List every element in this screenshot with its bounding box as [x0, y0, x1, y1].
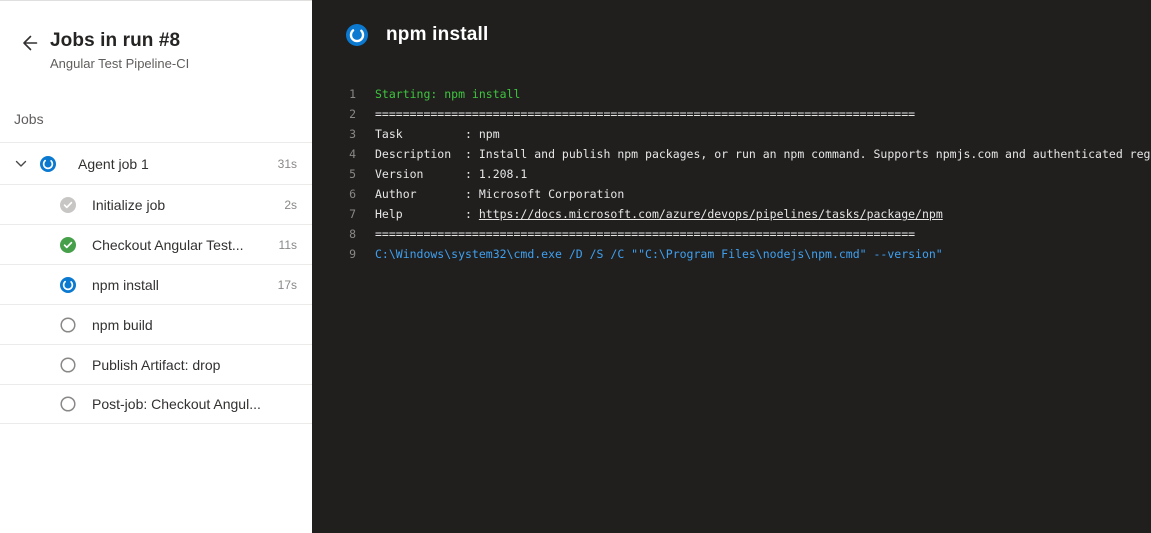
help-link[interactable]: https://docs.microsoft.com/azure/devops/…: [479, 207, 943, 221]
log-line: 3 Task : npm: [312, 124, 1151, 144]
job-row-post-job-checkout-angul[interactable]: Post-job: Checkout Angul...: [0, 384, 312, 424]
job-duration: 2s: [284, 198, 312, 212]
job-row-npm-build[interactable]: npm build: [0, 304, 312, 344]
log-step-title: npm install: [386, 24, 489, 46]
log-text: Version : 1.208.1: [375, 164, 527, 184]
pending-circle-icon: [60, 396, 76, 412]
log-text: ========================================…: [375, 224, 915, 244]
line-number: 1: [312, 84, 356, 104]
log-line: 9 C:\Windows\system32\cmd.exe /D /S /C ""…: [312, 244, 1151, 264]
line-number: 9: [312, 244, 356, 264]
line-number: 3: [312, 124, 356, 144]
log-line: 2 =======================================…: [312, 104, 1151, 124]
job-row-publish-artifact-drop[interactable]: Publish Artifact: drop: [0, 344, 312, 384]
log-line: 8 =======================================…: [312, 224, 1151, 244]
line-number: 5: [312, 164, 356, 184]
job-row-checkout-angular-test[interactable]: Checkout Angular Test... 11s: [0, 224, 312, 264]
line-number: 4: [312, 144, 356, 164]
log-header: npm install: [312, 0, 1151, 46]
sync-running-icon: [60, 277, 76, 293]
log-line: 4 Description : Install and publish npm p…: [312, 144, 1151, 164]
job-label: npm install: [92, 277, 159, 293]
log-text: Help : https://docs.microsoft.com/azure/…: [375, 204, 943, 224]
job-label: Publish Artifact: drop: [92, 357, 220, 373]
log-text: ========================================…: [375, 104, 915, 124]
line-number: 8: [312, 224, 356, 244]
line-number: 7: [312, 204, 356, 224]
sync-running-icon: [40, 156, 56, 172]
jobs-section-label: Jobs: [14, 111, 44, 127]
jobs-sidebar: Jobs in run #8 Angular Test Pipeline-CI …: [0, 0, 312, 533]
job-duration: 31s: [278, 157, 312, 171]
log-line: 1 Starting: npm install: [312, 84, 1151, 104]
check-success-icon: [60, 237, 76, 253]
job-duration: 17s: [278, 278, 312, 292]
log-line: 5 Version : 1.208.1: [312, 164, 1151, 184]
pending-circle-icon: [60, 357, 76, 373]
jobs-list: Agent job 1 31s Initialize job 2s Checkout A…: [0, 142, 312, 424]
log-text: Description : Install and publish npm pa…: [375, 144, 1151, 164]
page-title: Jobs in run #8: [50, 29, 189, 53]
arrow-left-icon: [18, 32, 40, 57]
log-panel: npm install 1 Starting: npm install 2 =====…: [312, 0, 1151, 533]
job-row-agent-job-1[interactable]: Agent job 1 31s: [0, 142, 312, 184]
sidebar-header: Jobs in run #8 Angular Test Pipeline-CI: [0, 1, 312, 71]
check-muted-icon: [60, 197, 76, 213]
pending-circle-icon: [60, 317, 76, 333]
line-number: 2: [312, 104, 356, 124]
pipeline-name: Angular Test Pipeline-CI: [50, 56, 189, 71]
job-label: Checkout Angular Test...: [92, 237, 244, 253]
chevron-down-icon[interactable]: [14, 157, 28, 171]
log-line: 7 Help : https://docs.microsoft.com/azure…: [312, 204, 1151, 224]
job-row-initialize-job[interactable]: Initialize job 2s: [0, 184, 312, 224]
log-text: Task : npm: [375, 124, 500, 144]
log-line: 6 Author : Microsoft Corporation: [312, 184, 1151, 204]
job-label: Agent job 1: [78, 156, 149, 172]
log-text: Author : Microsoft Corporation: [375, 184, 624, 204]
log-text: Starting: npm install: [375, 84, 520, 104]
sync-running-icon: [346, 24, 368, 46]
job-label: Post-job: Checkout Angul...: [92, 396, 261, 412]
job-label: npm build: [92, 317, 153, 333]
back-button[interactable]: [16, 31, 42, 57]
log-text: C:\Windows\system32\cmd.exe /D /S /C ""C…: [375, 244, 943, 264]
log-output[interactable]: 1 Starting: npm install 2 =================…: [312, 84, 1151, 264]
job-row-npm-install[interactable]: npm install 17s: [0, 264, 312, 304]
line-number: 6: [312, 184, 356, 204]
job-label: Initialize job: [92, 197, 165, 213]
job-duration: 11s: [279, 238, 312, 252]
